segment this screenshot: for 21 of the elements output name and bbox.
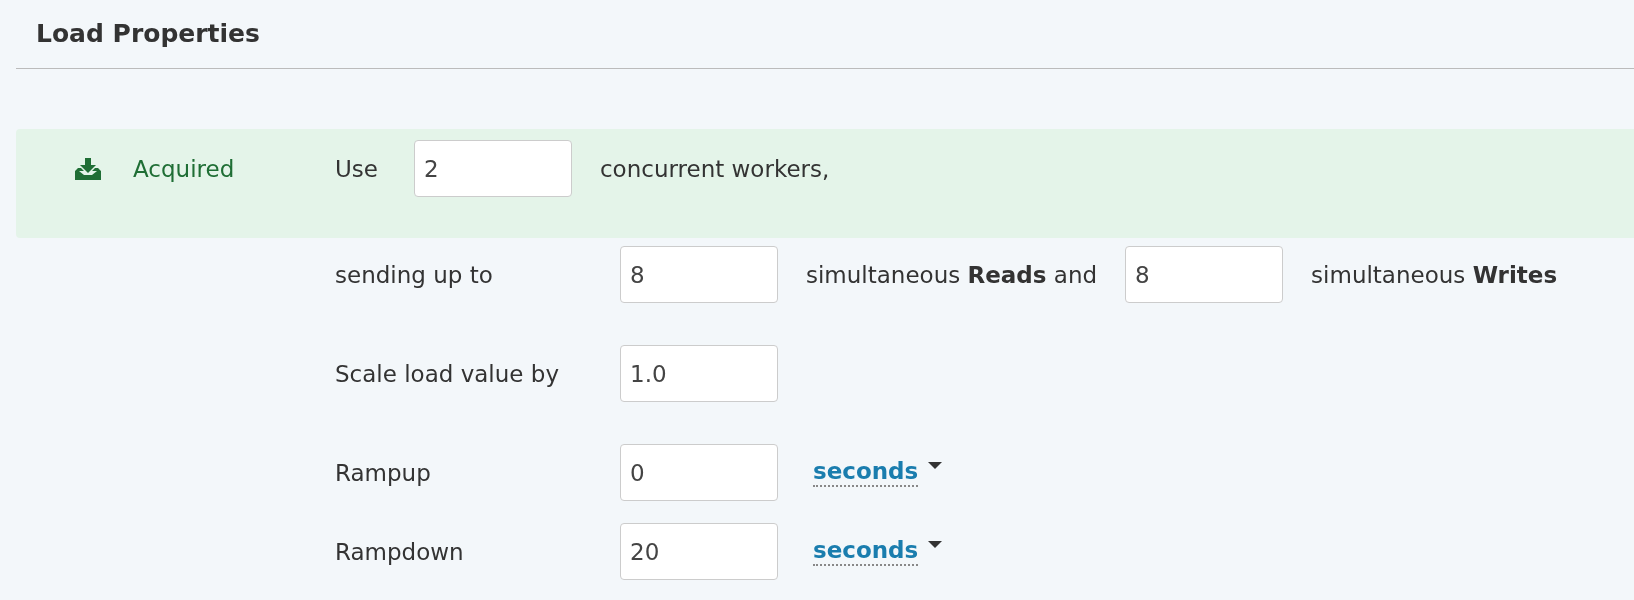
input-field[interactable]: 20 [620,523,778,580]
field-label: Rampup [335,459,432,486]
unit-dropdown[interactable]: seconds [813,537,943,566]
field-label: sending up to [335,261,494,288]
field-label: Scale load value by [335,360,560,387]
input-field[interactable]: 1.0 [620,345,778,402]
input-field[interactable]: 8 [1125,246,1284,303]
status-label: Acquired [133,155,235,182]
field-label: Rampdown [335,538,465,565]
field-text: simultaneous Writes [1311,261,1558,288]
input-field[interactable]: 0 [620,444,778,501]
input-field[interactable]: 8 [620,246,778,303]
field-text: Use [335,155,378,182]
field-text: simultaneous Reads and [806,261,1098,288]
caret-icon [928,462,943,469]
unit-dropdown[interactable]: seconds [813,458,943,487]
input-field[interactable]: 2 [413,140,572,197]
download-tray-icon [75,157,101,180]
field-text: concurrent workers, [599,155,830,182]
section-title: Load Properties [35,18,260,50]
caret-icon [928,541,943,548]
